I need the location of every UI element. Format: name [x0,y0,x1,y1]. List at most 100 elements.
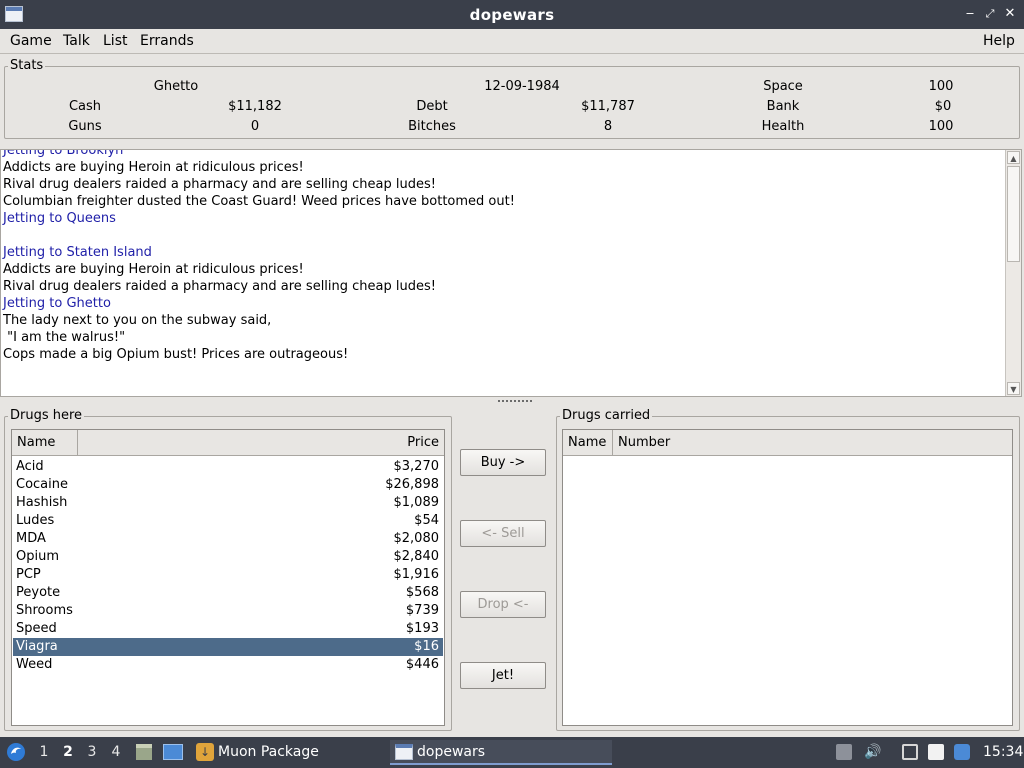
drugs-here-list[interactable]: Name Price Acid $3,270 Cocaine $26,898 Hashi… [11,429,445,726]
log-line: Addicts are buying Heroin at ridiculous … [3,160,304,175]
volume-icon[interactable]: 🔊 [864,744,881,760]
col-number-header[interactable]: Number [613,430,1012,456]
clock[interactable]: 15:34 [983,737,1023,768]
drug-price: $54 [414,513,439,528]
drug-name: Shrooms [16,603,73,618]
desktop-icon[interactable] [163,744,183,760]
drug-row[interactable]: Shrooms $739 [13,602,443,620]
drug-row[interactable]: Speed $193 [13,620,443,638]
stat-space-value: 100 [928,79,954,94]
drug-price: $568 [405,585,439,600]
col-name-header[interactable]: Name [563,430,613,456]
buy-button[interactable]: Buy -> [460,449,546,476]
log-line: The lady next to you on the subway said, [3,313,272,328]
workspace-3[interactable]: 3 [82,737,102,768]
start-menu-icon[interactable] [6,742,26,762]
menu-help[interactable]: Help [983,33,1015,49]
drug-name: Speed [16,621,57,636]
stat-guns-label: Guns [68,119,102,134]
drug-name: Hashish [16,495,68,510]
log-line: "I am the walrus!" [3,330,126,345]
drug-row[interactable]: Acid $3,270 [13,458,443,476]
stats-frame: Stats Ghetto 12-09-1984 Space 100 Cash $… [4,58,1020,139]
drug-row[interactable]: Opium $2,840 [13,548,443,566]
stat-health-value: 100 [928,119,954,134]
log-scrollbar[interactable]: ▲ ▼ [1005,150,1021,396]
drug-name: PCP [16,567,41,582]
restore-icon[interactable]: ⤢ [982,5,998,23]
task-dopewars[interactable]: dopewars [390,740,612,765]
stat-bitches-label: Bitches [408,119,456,134]
menu-talk[interactable]: Talk [63,33,90,49]
scroll-thumb[interactable] [1007,166,1020,262]
pane-splitter-handle[interactable] [498,398,532,404]
drug-row[interactable]: Weed $446 [13,656,443,674]
stat-date: 12-09-1984 [484,79,560,94]
sell-button[interactable]: <- Sell [460,520,546,547]
drug-price: $739 [405,603,439,618]
task-label: Muon Package Manager [218,744,319,760]
stat-health-label: Health [761,119,805,134]
drug-price: $16 [414,639,439,654]
log-line: Jetting to Staten Island [3,245,152,260]
drug-price: $3,270 [393,459,440,474]
drugs-carried-frame: Drugs carried Name Number [556,408,1020,731]
window-title: dopewars [469,6,555,24]
stat-bitches-value: 8 [603,119,613,134]
jet-button[interactable]: Jet! [460,662,546,689]
col-name-header[interactable]: Name [12,430,78,456]
drug-row[interactable]: Hashish $1,089 [13,494,443,512]
drug-row[interactable]: PCP $1,916 [13,566,443,584]
notification-icon[interactable] [954,744,970,760]
stat-guns-value: 0 [250,119,260,134]
workspace-1[interactable]: 1 [34,737,54,768]
drug-row[interactable]: MDA $2,080 [13,530,443,548]
drug-name: Acid [16,459,44,474]
drug-price: $2,080 [393,531,440,546]
drug-name: MDA [16,531,46,546]
drug-price: $1,089 [393,495,440,510]
scroll-up-icon[interactable]: ▲ [1007,151,1020,164]
drop-button[interactable]: Drop <- [460,591,546,618]
drugs-carried-header: Name Number [563,430,1012,456]
tray-updates-icon[interactable] [836,744,852,760]
log-line: Columbian freighter dusted the Coast Gua… [3,194,515,209]
drug-row[interactable]: Cocaine $26,898 [13,476,443,494]
stat-debt-value: $11,787 [581,99,635,114]
drug-price: $1,916 [393,567,440,582]
workspace-2[interactable]: 2 [58,737,78,768]
clipboard-icon[interactable] [928,744,944,760]
minimize-icon[interactable]: ‒ [962,5,978,23]
network-icon[interactable] [902,744,918,760]
drug-row[interactable]: Ludes $54 [13,512,443,530]
drug-name: Peyote [16,585,61,600]
log-line: Jetting to Ghetto [3,296,111,311]
log-line: Jetting to Queens [3,211,116,226]
drug-name: Cocaine [16,477,68,492]
close-icon[interactable]: ✕ [1002,5,1018,23]
task-muon-package-manager[interactable]: ↓ Muon Package Manager [192,740,384,765]
message-log-lines: Jetting to Brooklyn Addicts are buying He… [3,150,1001,363]
col-price-header[interactable]: Price [78,430,444,456]
drug-row[interactable]: Viagra $16 [13,638,443,656]
stat-space-label: Space [763,79,803,94]
drug-price: $2,840 [393,549,440,564]
scroll-down-icon[interactable]: ▼ [1007,382,1020,395]
workspace-4[interactable]: 4 [106,737,126,768]
drug-name: Opium [16,549,59,564]
window-icon [395,744,413,760]
file-manager-icon[interactable] [135,742,153,762]
menu-errands[interactable]: Errands [140,33,194,49]
drug-name: Ludes [16,513,55,528]
menu-list[interactable]: List [103,33,127,49]
download-icon: ↓ [196,743,214,761]
drug-row[interactable]: Peyote $568 [13,584,443,602]
stat-bank-label: Bank [766,99,800,114]
drugs-carried-list[interactable]: Name Number [562,429,1013,726]
stat-bank-value: $0 [934,99,952,114]
message-log[interactable]: Jetting to Brooklyn Addicts are buying He… [0,149,1022,397]
log-line: Rival drug dealers raided a pharmacy and… [3,177,436,192]
menu-game[interactable]: Game [10,33,52,49]
taskbar: 1234 ↓ Muon Package Manager dopewars 🔊 1… [0,737,1024,768]
drug-price: $193 [405,621,439,636]
